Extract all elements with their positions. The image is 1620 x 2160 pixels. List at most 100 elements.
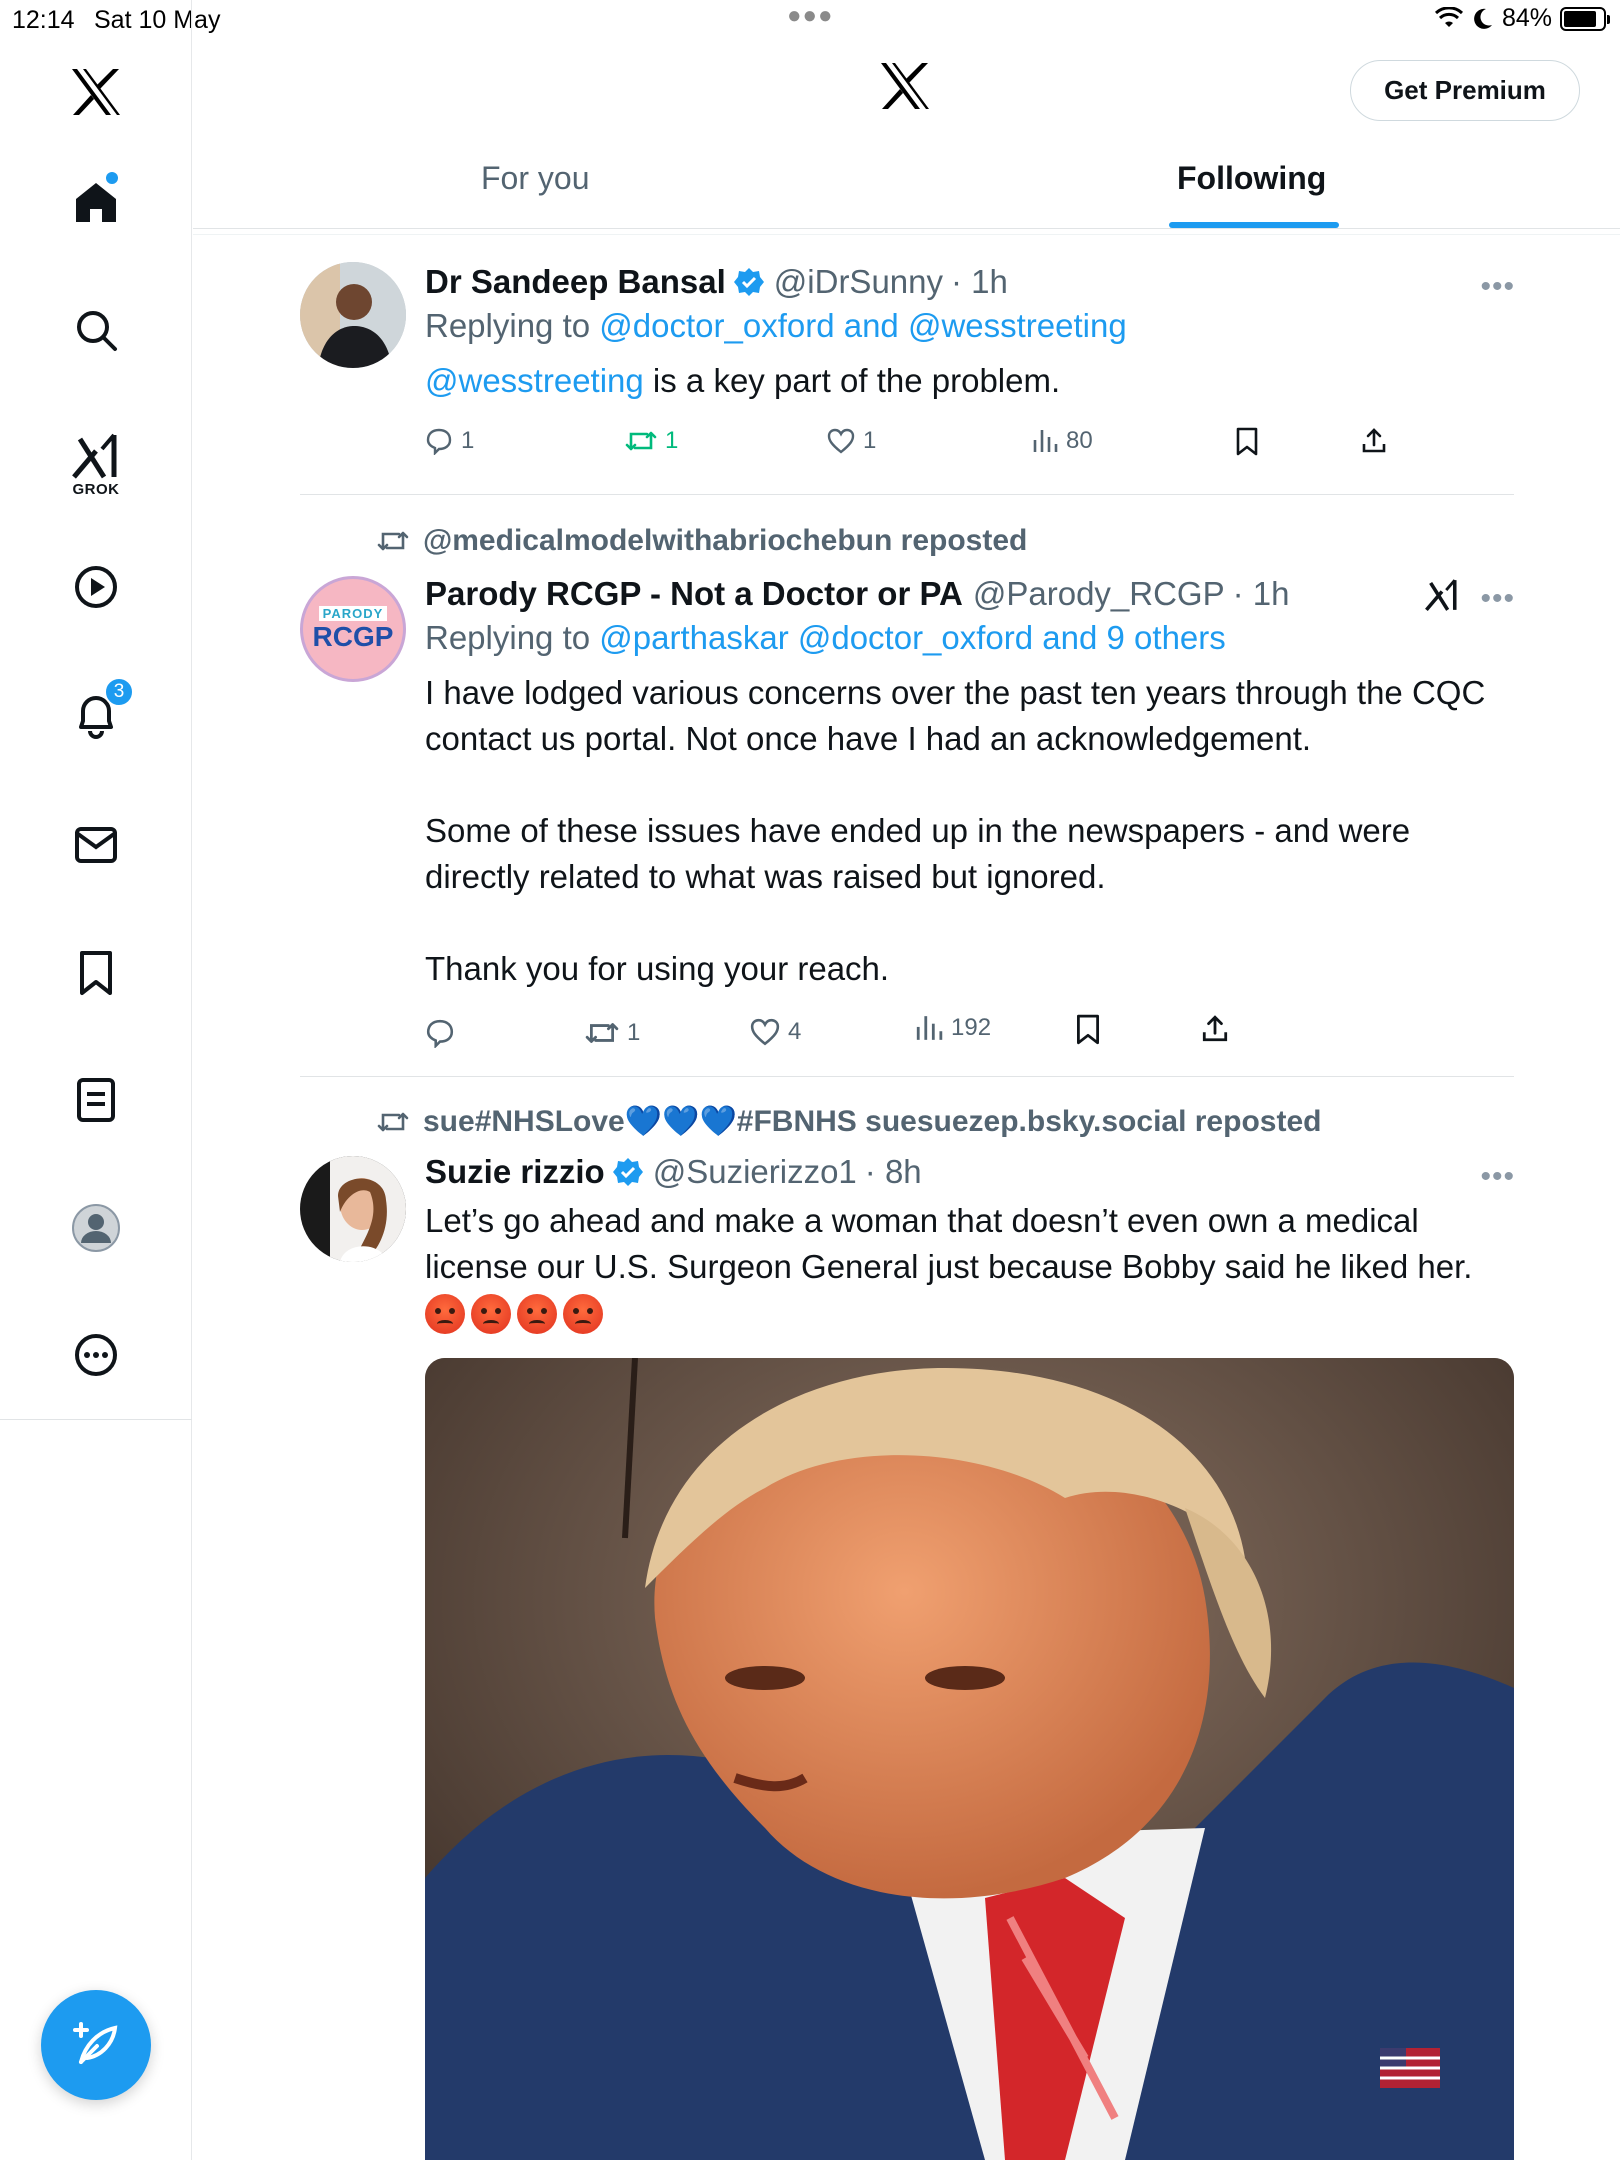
profile-icon — [72, 1204, 120, 1252]
reply-button[interactable]: 1 — [425, 427, 474, 455]
header-x-logo[interactable] — [879, 62, 931, 115]
repost-icon — [377, 531, 409, 551]
repost-button[interactable]: 1 — [625, 427, 678, 455]
sidebar-item-explore[interactable] — [0, 300, 192, 360]
tweet-header: Parody RCGP - Not a Doctor or PA @Parody… — [425, 574, 1515, 614]
bookmark-icon — [1236, 427, 1258, 456]
sidebar: GROK 3 — [0, 0, 192, 2160]
repost-icon — [625, 431, 657, 451]
get-premium-button[interactable]: Get Premium — [1350, 60, 1580, 121]
avatar-photo — [300, 1156, 406, 1262]
share-button[interactable] — [1200, 1014, 1230, 1044]
tweet[interactable]: Suzie rizzio @Suzierizzo1 · 8h ••• Let’s… — [300, 1152, 1514, 1352]
replying-to: Replying to @parthaskar @doctor_oxford a… — [425, 616, 1515, 660]
grok-icon — [72, 433, 117, 479]
sidebar-item-notifications[interactable]: 3 — [0, 677, 192, 745]
views-button[interactable]: 192 — [915, 1014, 991, 1042]
like-button[interactable]: 1 — [827, 427, 876, 455]
sidebar-item-more[interactable] — [0, 1325, 192, 1385]
repost-count: 1 — [627, 1019, 641, 1046]
share-icon — [1202, 1015, 1228, 1042]
sidebar-item-grok[interactable]: GROK — [0, 425, 192, 505]
mail-icon — [75, 827, 117, 863]
sidebar-item-home[interactable] — [0, 172, 192, 232]
angry-face-icon — [425, 1294, 465, 1334]
sidebar-x-logo[interactable] — [0, 62, 192, 122]
author-handle[interactable]: @Suzierizzo1 — [653, 1152, 857, 1192]
like-icon — [827, 428, 855, 454]
tweet-actions: 1 4 192 — [425, 1014, 1425, 1058]
author-name[interactable]: Suzie rizzio — [425, 1152, 605, 1192]
media-photo — [425, 1358, 1514, 2160]
tab-following[interactable]: Following — [1177, 160, 1326, 220]
sidebar-item-profile[interactable] — [0, 1198, 192, 1258]
grok-icon[interactable] — [1425, 578, 1459, 612]
tweet[interactable]: Dr Sandeep Bansal @iDrSunny · 1h ••• Rep… — [300, 262, 1514, 492]
grok-label: GROK — [72, 480, 120, 498]
compose-button[interactable] — [41, 1990, 151, 2100]
replying-to-mentions[interactable]: @parthaskar @doctor_oxford and 9 others — [599, 619, 1226, 656]
repost-count: 1 — [665, 427, 679, 454]
tweet-time[interactable]: · 1h — [1233, 574, 1290, 614]
verified-icon — [612, 1158, 643, 1186]
views-count: 80 — [1066, 427, 1093, 454]
bookmark-button[interactable] — [1235, 427, 1259, 457]
repost-button[interactable]: 1 — [585, 1018, 640, 1048]
battery-percent: 84% — [1501, 4, 1552, 32]
tweet-divider — [300, 1076, 1514, 1077]
views-button[interactable]: 80 — [1032, 427, 1093, 455]
home-unread-dot — [106, 172, 118, 184]
tweet-time[interactable]: · 1h — [951, 262, 1008, 302]
author-name[interactable]: Parody RCGP - Not a Doctor or PA — [425, 574, 963, 614]
tweet-text: Let’s go ahead and make a woman that doe… — [425, 1202, 1473, 1285]
x-logo-icon — [881, 63, 929, 109]
angry-face-icon — [471, 1294, 511, 1334]
tweet-text-body: is a key part of the problem. — [643, 362, 1061, 399]
tweet-more-icon[interactable]: ••• — [1480, 270, 1515, 304]
replying-to-mentions[interactable]: @doctor_oxford and @wesstreeting — [599, 307, 1126, 344]
bookmark-button[interactable] — [1075, 1014, 1101, 1046]
tweet[interactable]: PARODY RCGP Parody RCGP - Not a Doctor o… — [300, 574, 1514, 1064]
author-handle[interactable]: @Parody_RCGP — [973, 574, 1225, 614]
share-icon — [1362, 428, 1386, 453]
verified-icon — [733, 268, 764, 296]
multitask-dots-icon[interactable]: ●●● — [787, 2, 834, 30]
share-button[interactable] — [1360, 427, 1388, 455]
tweet-time[interactable]: · 8h — [865, 1152, 922, 1192]
like-button[interactable]: 4 — [750, 1018, 801, 1046]
author-name[interactable]: Dr Sandeep Bansal — [425, 262, 726, 302]
tweet-more-icon[interactable]: ••• — [1480, 582, 1515, 616]
tweet-media-video[interactable] — [425, 1358, 1514, 2160]
search-icon — [77, 311, 117, 351]
reply-icon — [426, 1019, 454, 1048]
reply-icon — [426, 428, 452, 455]
tweet-text: @wesstreeting is a key part of the probl… — [425, 358, 1515, 404]
reposted-by-text: @medicalmodelwithabriochebun reposted — [423, 524, 1028, 557]
tab-for-you[interactable]: For you — [481, 160, 589, 220]
x-logo-icon — [72, 69, 120, 115]
author-handle[interactable]: @iDrSunny — [774, 262, 943, 302]
battery-icon — [1560, 6, 1610, 31]
avatar[interactable] — [300, 1156, 406, 1262]
replying-to-prefix: Replying to — [425, 307, 600, 344]
sidebar-divider — [0, 1419, 192, 1420]
tweet-mention[interactable]: @wesstreeting — [425, 362, 644, 399]
reply-button[interactable] — [425, 1018, 463, 1048]
like-count: 1 — [863, 427, 877, 454]
sidebar-item-bookmarks[interactable] — [0, 943, 192, 1003]
status-bar: 12:14 Sat 10 May ●●● 84% — [0, 0, 1620, 40]
tweet-more-icon[interactable]: ••• — [1480, 1160, 1515, 1194]
avatar[interactable] — [300, 262, 406, 368]
more-icon — [75, 1334, 117, 1376]
like-count: 4 — [788, 1018, 802, 1045]
reposted-by[interactable]: @medicalmodelwithabriochebun reposted — [377, 524, 1027, 558]
moon-icon — [1474, 8, 1492, 29]
emoji-row — [425, 1294, 1515, 1336]
views-count: 192 — [951, 1014, 992, 1041]
avatar[interactable]: PARODY RCGP — [300, 576, 406, 682]
sidebar-item-video[interactable] — [0, 557, 192, 617]
sidebar-item-lists[interactable] — [0, 1070, 192, 1130]
reposted-by[interactable]: sue#NHSLove💙💙💙#FBNHS suesuezep.bsky.soci… — [377, 1104, 1321, 1139]
sidebar-item-messages[interactable] — [0, 815, 192, 875]
tweet-text: I have lodged various concerns over the … — [425, 674, 1486, 987]
